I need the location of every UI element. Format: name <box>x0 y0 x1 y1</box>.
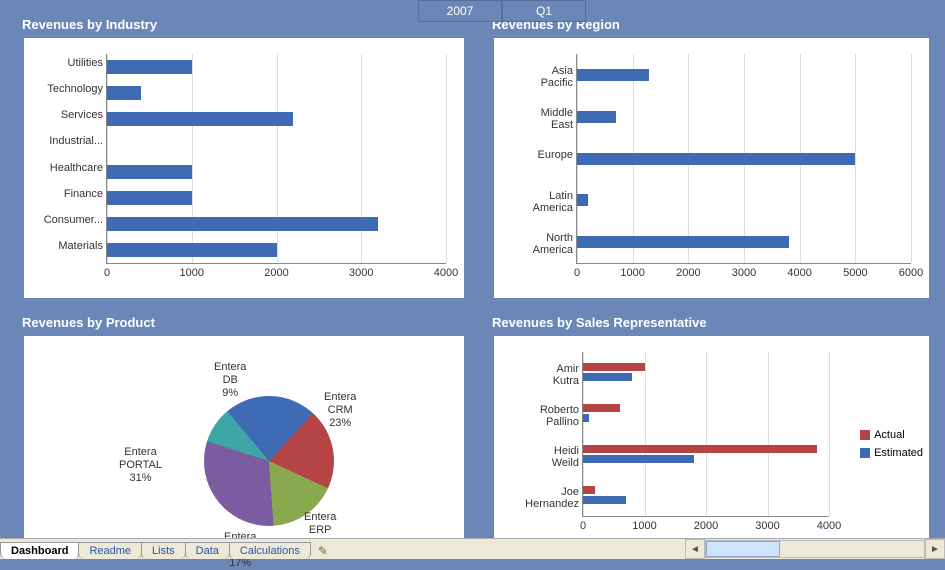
y-label: Technology <box>25 83 107 95</box>
x-tick: 2000 <box>264 263 288 279</box>
panel-revenues-by-industry: Revenues by Industry 01000200030004000Ut… <box>24 38 464 298</box>
pie-label: EnteraCRM23% <box>324 391 356 430</box>
chart-industry: 01000200030004000UtilitiesTechnologyServ… <box>106 54 446 264</box>
horizontal-scrollbar[interactable]: ◄ ► <box>685 539 945 559</box>
filter-year[interactable]: 2007 <box>418 0 502 22</box>
bar <box>583 373 632 381</box>
x-tick: 6000 <box>899 263 923 279</box>
y-label: RobertoPallino <box>501 404 583 428</box>
x-tick: 5000 <box>843 263 867 279</box>
bar <box>107 191 192 205</box>
scroll-right-button[interactable]: ► <box>925 539 945 559</box>
filter-quarter[interactable]: Q1 <box>502 0 586 22</box>
bar <box>107 86 141 100</box>
y-label: LatinAmerica <box>495 190 577 214</box>
y-label: AsiaPacific <box>495 65 577 89</box>
bar <box>583 404 620 412</box>
y-label: JoeHernandez <box>501 486 583 510</box>
chart-region: 0100020003000400050006000AsiaPacificMidd… <box>576 54 911 264</box>
chart-salesrep: 01000200030004000AmirKutraRobertoPallino… <box>582 352 829 517</box>
dashboard-panels: Revenues by Industry 01000200030004000Ut… <box>14 24 931 539</box>
sheet-tab-dashboard[interactable]: Dashboard <box>0 542 79 559</box>
y-label: Utilities <box>25 57 107 69</box>
x-tick: 3000 <box>755 516 779 532</box>
bar <box>577 236 789 248</box>
bar <box>583 455 694 463</box>
x-tick: 2000 <box>694 516 718 532</box>
panel-revenues-by-product: Revenues by Product EnteraCRM23%EnteraER… <box>24 336 464 551</box>
legend-swatch-actual <box>860 430 870 440</box>
x-tick: 0 <box>104 263 110 279</box>
x-tick: 4000 <box>817 516 841 532</box>
bar <box>107 217 378 231</box>
legend-label: Actual <box>874 429 905 441</box>
chart-product: EnteraCRM23%EnteraERP20%EnteraBPA17%Ente… <box>24 336 464 551</box>
sheet-tab-bar: DashboardReadmeListsDataCalculations ✎ ◄… <box>0 538 945 559</box>
x-tick: 3000 <box>349 263 373 279</box>
x-tick: 3000 <box>732 263 756 279</box>
bar <box>577 69 649 81</box>
bar <box>107 60 192 74</box>
y-label: Europe <box>495 149 577 161</box>
x-tick: 2000 <box>676 263 700 279</box>
pie-chart <box>204 396 334 526</box>
y-label: Industrial... <box>25 135 107 147</box>
pie-label: EnteraPORTAL31% <box>119 446 162 485</box>
sheet-tab-data[interactable]: Data <box>185 542 230 559</box>
y-label: Services <box>25 109 107 121</box>
legend-swatch-estimated <box>860 448 870 458</box>
filter-bar: 2007 Q1 <box>418 0 586 22</box>
panel-revenues-by-region: Revenues by Region 010002000300040005000… <box>494 38 929 298</box>
y-label: Materials <box>25 240 107 252</box>
panel-title: Revenues by Product <box>22 315 155 330</box>
bar <box>583 496 626 504</box>
bar <box>107 243 277 257</box>
bar <box>583 445 817 453</box>
bar <box>583 414 589 422</box>
x-tick: 1000 <box>180 263 204 279</box>
sheet-menu-icon[interactable]: ✎ <box>312 543 334 559</box>
bar <box>107 112 293 126</box>
panel-title: Revenues by Sales Representative <box>492 315 707 330</box>
sheet-tab-readme[interactable]: Readme <box>78 542 142 559</box>
panel-title: Revenues by Industry <box>22 17 157 32</box>
y-label: Consumer... <box>25 214 107 226</box>
y-label: NorthAmerica <box>495 232 577 256</box>
x-tick: 0 <box>574 263 580 279</box>
x-tick: 1000 <box>620 263 644 279</box>
bar <box>583 363 645 371</box>
y-label: Finance <box>25 188 107 200</box>
legend-label: Estimated <box>874 447 923 459</box>
x-tick: 4000 <box>434 263 458 279</box>
scroll-track[interactable] <box>705 540 925 558</box>
scroll-left-button[interactable]: ◄ <box>685 539 705 559</box>
y-label: Healthcare <box>25 162 107 174</box>
y-label: HeidiWeild <box>501 445 583 469</box>
scroll-thumb[interactable] <box>706 541 780 557</box>
bar <box>577 153 855 165</box>
x-tick: 0 <box>580 516 586 532</box>
bar <box>577 111 616 123</box>
sheet-tabs: DashboardReadmeListsDataCalculations <box>0 542 310 559</box>
bar <box>583 486 595 494</box>
pie-label: EnteraDB9% <box>214 361 246 400</box>
bar <box>577 194 588 206</box>
legend-salesrep: Actual Estimated <box>860 423 923 465</box>
sheet-tab-lists[interactable]: Lists <box>141 542 186 559</box>
panel-revenues-by-sales-rep: Revenues by Sales Representative 0100020… <box>494 336 929 551</box>
y-label: AmirKutra <box>501 363 583 387</box>
x-tick: 4000 <box>787 263 811 279</box>
x-tick: 1000 <box>632 516 656 532</box>
sheet-tab-calculations[interactable]: Calculations <box>229 542 311 559</box>
y-label: MiddleEast <box>495 107 577 131</box>
bar <box>107 165 192 179</box>
